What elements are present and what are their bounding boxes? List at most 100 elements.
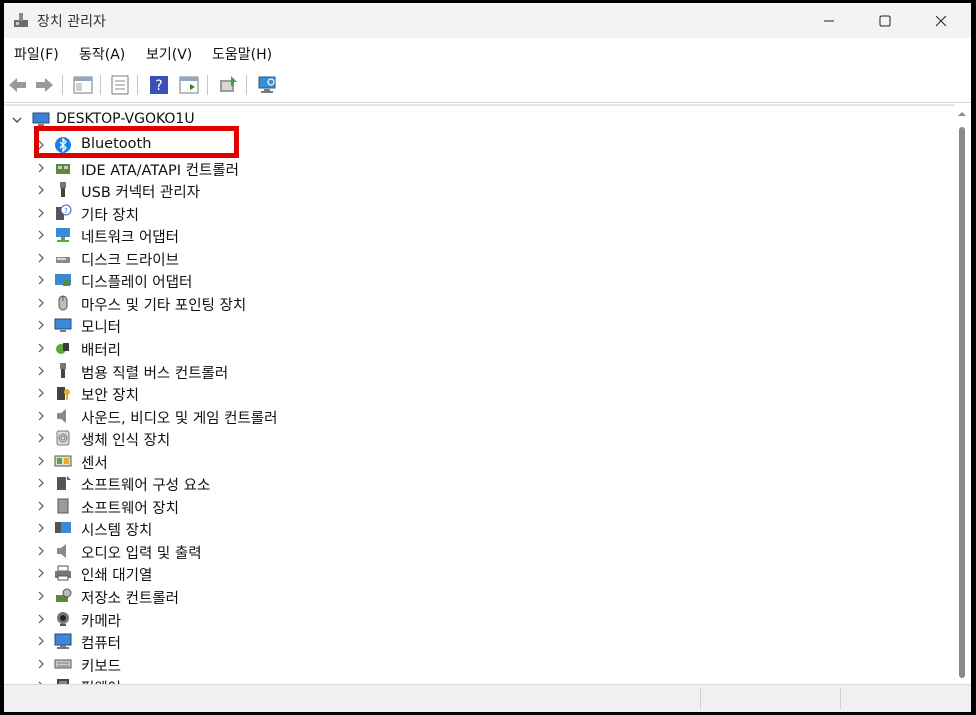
tree-category[interactable]: 사운드, 비디오 및 게임 컨트롤러 xyxy=(4,405,604,427)
keyboard-icon xyxy=(54,659,72,669)
tree-category[interactable]: 카메라 xyxy=(4,608,604,630)
device-manager-icon xyxy=(14,13,28,27)
tree-category[interactable]: 디스크 드라이브 xyxy=(4,247,604,269)
menu-action[interactable]: 동작(A) xyxy=(75,44,129,64)
tree-category[interactable]: Bluetooth xyxy=(4,134,604,156)
tree-category-label: 센서 xyxy=(81,455,108,472)
properties-window-icon[interactable] xyxy=(72,74,94,96)
chevron-right-icon[interactable] xyxy=(35,454,47,468)
tree-category[interactable]: 생체 인식 장치 xyxy=(4,427,604,449)
menu-file[interactable]: 파일(F) xyxy=(10,44,63,64)
scroll-up-arrow-icon[interactable] xyxy=(957,109,967,119)
svg-text:?: ? xyxy=(155,78,162,94)
display-adapter-icon xyxy=(55,274,71,287)
tree-category[interactable]: 시스템 장치 xyxy=(4,517,604,539)
chevron-right-icon[interactable] xyxy=(35,341,47,355)
toolbar-separator xyxy=(207,75,208,95)
chevron-down-icon[interactable] xyxy=(10,113,24,127)
chevron-right-icon[interactable] xyxy=(35,589,47,603)
tree-category-label: 배터리 xyxy=(81,342,122,359)
close-button[interactable] xyxy=(914,3,968,38)
tree-category[interactable]: 네트워크 어댑터 xyxy=(4,224,604,246)
back-arrow-icon[interactable] xyxy=(7,74,29,96)
toolbar-separator xyxy=(137,75,138,95)
chevron-right-icon[interactable] xyxy=(35,296,47,310)
tree-category[interactable]: 소프트웨어 장치 xyxy=(4,495,604,517)
chevron-right-icon[interactable] xyxy=(35,138,47,152)
chevron-right-icon[interactable] xyxy=(35,566,47,580)
tree-category[interactable]: 저장소 컨트롤러 xyxy=(4,585,604,607)
tree-category[interactable]: 범용 직렬 버스 컨트롤러 xyxy=(4,360,604,382)
chevron-right-icon[interactable] xyxy=(35,499,47,513)
tree-category-label: 네트워크 어댑터 xyxy=(81,230,179,247)
menu-help[interactable]: 도움말(H) xyxy=(208,44,276,64)
tree-category-label: 사운드, 비디오 및 게임 컨트롤러 xyxy=(81,410,278,427)
status-separator xyxy=(840,688,841,710)
chevron-right-icon[interactable] xyxy=(35,634,47,648)
help-icon[interactable]: ? xyxy=(148,74,170,96)
chevron-right-icon[interactable] xyxy=(35,228,47,242)
toolbar-separator xyxy=(62,75,63,95)
minimize-button[interactable] xyxy=(802,3,856,38)
tree-category[interactable]: ? 기타 장치 xyxy=(4,202,604,224)
toolbar: ? xyxy=(4,68,971,103)
chevron-right-icon[interactable] xyxy=(35,409,47,423)
menu-bar: 파일(F) 동작(A) 보기(V) 도움말(H) xyxy=(4,38,971,68)
chevron-right-icon[interactable] xyxy=(35,251,47,265)
tree-category-label: 소프트웨어 장치 xyxy=(81,500,179,517)
tree-category[interactable]: 보안 장치 xyxy=(4,382,604,404)
chevron-right-icon[interactable] xyxy=(35,318,47,332)
toolbar-separator xyxy=(246,75,247,95)
update-driver-icon[interactable] xyxy=(217,74,239,96)
scrollbar-thumb[interactable] xyxy=(959,127,965,678)
printer-icon xyxy=(55,565,71,581)
tree-category[interactable]: 키보드 xyxy=(4,653,604,675)
tree-category[interactable]: USB 커넥터 관리자 xyxy=(4,179,604,201)
tree-category[interactable]: IDE ATA/ATAPI 컨트롤러 xyxy=(4,157,604,179)
tree-category[interactable]: 모니터 xyxy=(4,314,604,336)
menu-view[interactable]: 보기(V) xyxy=(142,44,196,64)
tree-category[interactable]: 소프트웨어 구성 요소 xyxy=(4,472,604,494)
tree-category-label: 저장소 컨트롤러 xyxy=(81,591,179,607)
tree-category-label: IDE ATA/ATAPI 컨트롤러 xyxy=(81,162,239,179)
chevron-right-icon[interactable] xyxy=(35,431,47,445)
tree-category[interactable]: 디스플레이 어댑터 xyxy=(4,269,604,291)
device-manager-window: 장치 관리자 파일(F) 동작(A) 보기(V) 도움말(H) ? DESKTO… xyxy=(4,3,971,712)
minimize-icon xyxy=(824,20,834,21)
chevron-right-icon[interactable] xyxy=(35,386,47,400)
sensor-icon xyxy=(54,455,72,467)
mouse-icon xyxy=(58,295,68,311)
software-device-icon xyxy=(57,498,69,514)
forward-arrow-icon[interactable] xyxy=(33,74,55,96)
tree-category-label: 디스크 드라이브 xyxy=(81,252,179,269)
properties-sheet-icon[interactable] xyxy=(109,74,131,96)
tree-category[interactable]: 센서 xyxy=(4,450,604,472)
run-window-icon[interactable] xyxy=(178,74,200,96)
chevron-right-icon[interactable] xyxy=(35,657,47,671)
chevron-right-icon[interactable] xyxy=(35,476,47,490)
chevron-right-icon[interactable] xyxy=(35,206,47,220)
security-device-icon xyxy=(57,387,70,401)
scan-hardware-icon[interactable] xyxy=(256,74,278,96)
tree-category[interactable]: 마우스 및 기타 포인팅 장치 xyxy=(4,292,604,314)
fingerprint-icon xyxy=(56,430,70,446)
usb-controller-icon xyxy=(60,362,66,378)
status-separator xyxy=(700,688,701,710)
tree-category[interactable]: 컴퓨터 xyxy=(4,630,604,652)
chevron-right-icon[interactable] xyxy=(35,161,47,175)
chevron-right-icon[interactable] xyxy=(35,273,47,287)
maximize-icon xyxy=(879,15,891,26)
tree-category-label: 컴퓨터 xyxy=(81,636,122,653)
chevron-right-icon[interactable] xyxy=(35,521,47,535)
tree-category[interactable]: 배터리 xyxy=(4,337,604,359)
tree-category-label: 기타 장치 xyxy=(81,207,139,224)
chevron-right-icon[interactable] xyxy=(35,612,47,626)
maximize-button[interactable] xyxy=(858,3,912,38)
ide-controller-icon xyxy=(56,163,70,174)
tree-category-label: 소프트웨어 구성 요소 xyxy=(81,478,211,495)
tree-category[interactable]: 오디오 입력 및 출력 xyxy=(4,540,604,562)
tree-category[interactable]: 인쇄 대기열 xyxy=(4,562,604,584)
chevron-right-icon[interactable] xyxy=(35,183,47,197)
chevron-right-icon[interactable] xyxy=(35,364,47,378)
chevron-right-icon[interactable] xyxy=(35,544,47,558)
